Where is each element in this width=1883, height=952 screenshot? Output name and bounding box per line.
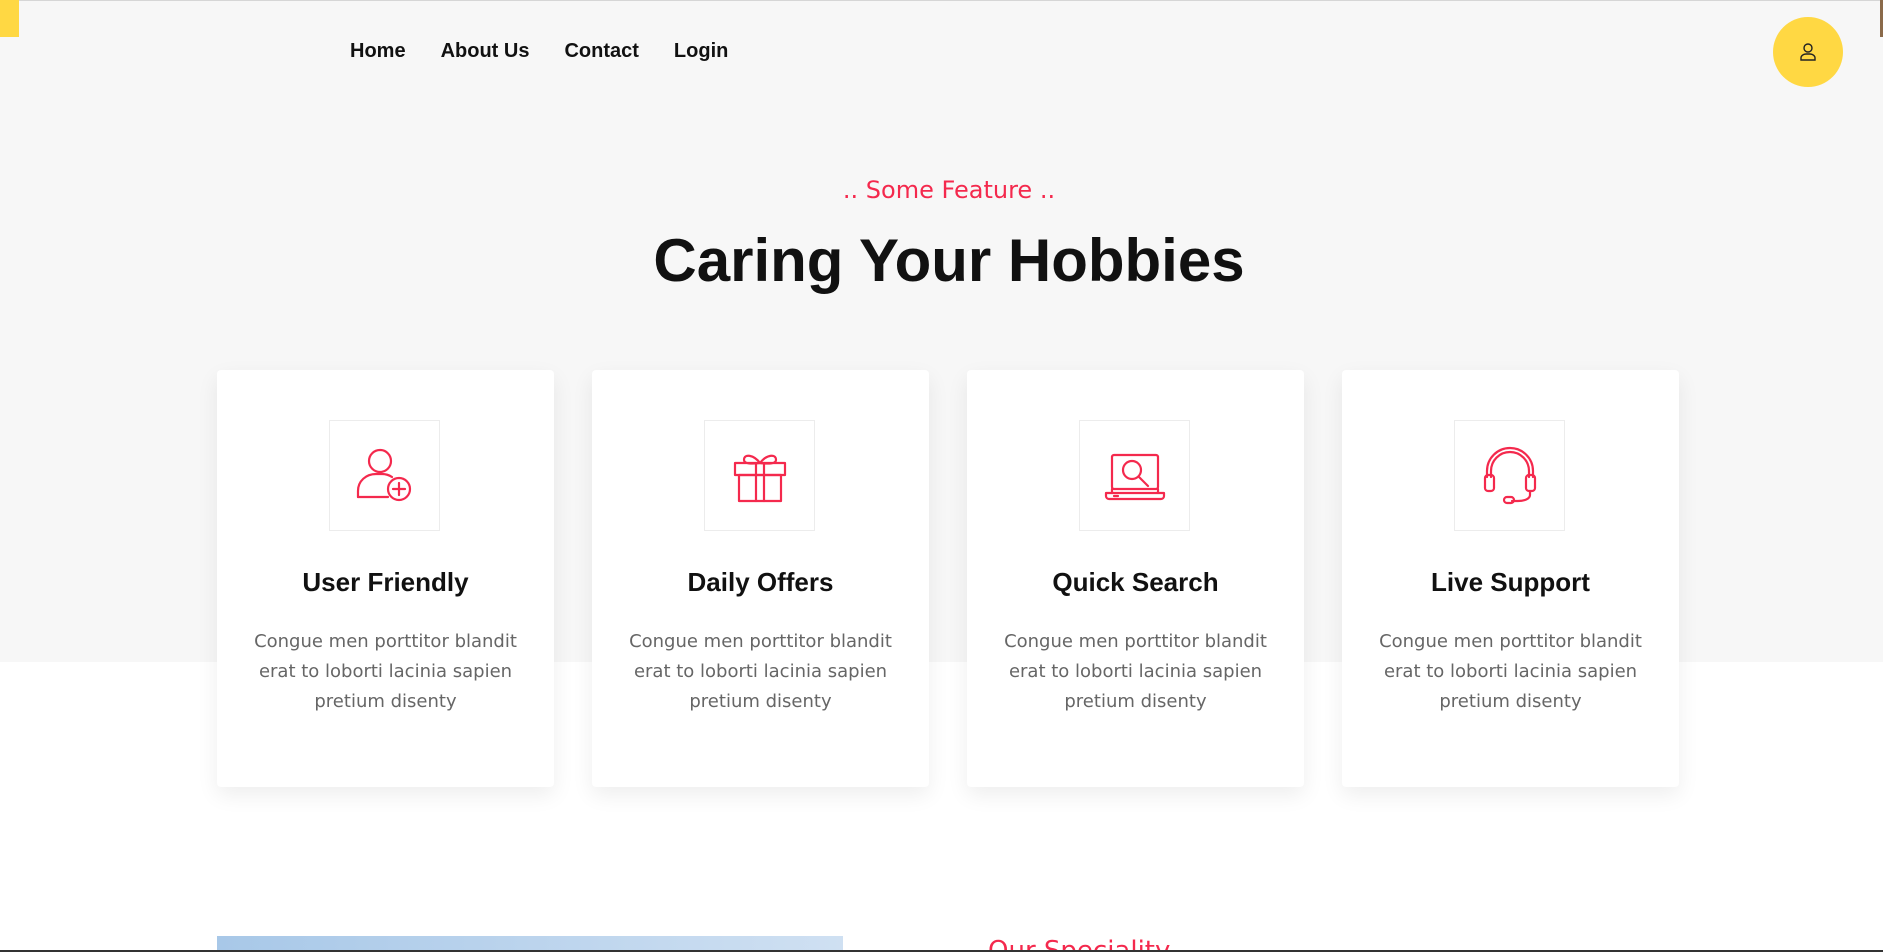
corner-tab <box>0 0 19 37</box>
nav-home[interactable]: Home <box>350 38 406 64</box>
laptop-search-icon <box>1079 420 1190 531</box>
feature-card-live-support: Live Support Congue men porttitor blandi… <box>1342 370 1679 787</box>
headset-icon <box>1454 420 1565 531</box>
nav-contact[interactable]: Contact <box>564 38 638 64</box>
user-icon <box>1800 43 1816 61</box>
feature-card-quick-search: Quick Search Congue men porttitor blandi… <box>967 370 1304 787</box>
feature-title: Quick Search <box>1052 567 1219 597</box>
section-eyebrow: .. Some Feature .. <box>842 176 1056 204</box>
nav-login[interactable]: Login <box>674 38 728 64</box>
feature-card-daily-offers: Daily Offers Congue men porttitor blandi… <box>592 370 929 787</box>
feature-card-user-friendly: User Friendly Congue men porttitor bland… <box>217 370 554 787</box>
user-account-button[interactable] <box>1773 17 1843 87</box>
section-title: Caring Your Hobbies <box>653 227 1245 294</box>
feature-title: Live Support <box>1431 567 1590 597</box>
feature-description: Congue men porttitor blandit erat to lob… <box>254 631 517 712</box>
feature-description: Congue men porttitor blandit erat to lob… <box>1004 631 1267 712</box>
user-add-icon <box>329 420 440 531</box>
feature-title: User Friendly <box>302 567 469 597</box>
nav-about-us[interactable]: About Us <box>441 38 530 64</box>
gift-icon <box>704 420 815 531</box>
feature-description: Congue men porttitor blandit erat to lob… <box>1379 631 1642 712</box>
main-nav: Home About Us Contact Login <box>350 38 728 64</box>
feature-description: Congue men porttitor blandit erat to lob… <box>629 631 892 712</box>
feature-title: Daily Offers <box>687 567 834 597</box>
